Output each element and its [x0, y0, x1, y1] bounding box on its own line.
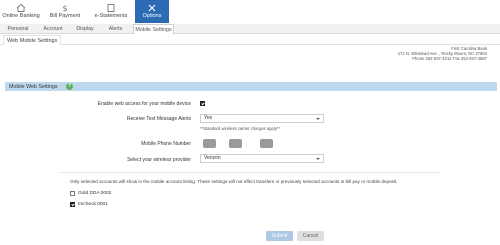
phone-prefix-field[interactable]: [229, 139, 242, 148]
subnav-mobile-settings[interactable]: Mobile Settings: [133, 24, 174, 34]
statement-icon: [107, 4, 115, 12]
account-checkbox-imcheck[interactable]: [70, 202, 75, 207]
chevron-down-icon: [316, 158, 320, 160]
nav-online-banking-label: Online Banking: [2, 13, 40, 19]
nav-options-label: Options: [142, 13, 162, 19]
subnav-personal[interactable]: Personal: [3, 24, 33, 34]
text-alerts-label: Receive Text Message Alerts: [126, 116, 191, 122]
phone-area-code-field[interactable]: [203, 139, 216, 148]
options-subnav: Personal Account Display Alerts Mobile S…: [0, 24, 500, 34]
enable-web-access-label: Enable web access for your mobile device: [97, 101, 191, 107]
panel-title: Mobile Web Settings: [9, 84, 58, 90]
enable-web-access-checkbox[interactable]: [200, 101, 205, 106]
account-label-gold-dda: Gold DDA 0002: [78, 191, 112, 196]
tab-web-mobile-settings[interactable]: Web Mobile Settings: [3, 35, 62, 45]
wireless-provider-select[interactable]: Verizon: [200, 154, 324, 163]
account-label-imcheck: Imcheck 0001: [78, 202, 108, 207]
nav-bill-payment-label: Bill Payment: [49, 13, 81, 19]
subnav-display[interactable]: Display: [71, 24, 99, 34]
help-icon[interactable]: ?: [66, 83, 73, 90]
subnav-alerts[interactable]: Alerts: [103, 24, 128, 34]
tools-icon: [148, 4, 156, 12]
nav-bill-payment[interactable]: $ Bill Payment: [44, 0, 86, 23]
mobile-phone-label: Mobile Phone Number: [141, 141, 191, 147]
section-divider: [60, 172, 440, 173]
page-tab-row: Web Mobile Settings: [0, 35, 500, 45]
top-nav: Online Banking $ Bill Payment e-Statemen…: [0, 0, 500, 23]
mobile-web-settings-header: Mobile Web Settings ?: [5, 82, 497, 91]
accounts-note: Only selected accounts will show in the …: [70, 179, 398, 184]
text-alerts-select[interactable]: Yes: [200, 114, 324, 123]
svg-text:$: $: [62, 4, 67, 12]
home-icon: [16, 4, 26, 12]
carrier-charges-note: **Standard wireless carrier charges appl…: [200, 126, 281, 131]
bank-phone: Phone 252-937-4212 Fax 252-937-4567: [412, 56, 487, 61]
wireless-provider-label: Select your wireless provider: [127, 157, 191, 163]
cancel-button[interactable]: Cancel: [297, 231, 324, 241]
nav-options[interactable]: Options: [135, 0, 169, 23]
submit-button[interactable]: Submit: [266, 231, 293, 241]
nav-estatements[interactable]: e-Statements: [90, 0, 132, 23]
text-alerts-value: Yes: [204, 115, 213, 121]
dollar-icon: $: [62, 4, 67, 12]
account-checkbox-gold-dda[interactable]: [70, 191, 75, 196]
nav-estatements-label: e-Statements: [94, 13, 128, 19]
phone-line-field[interactable]: [260, 139, 273, 148]
subnav-account[interactable]: Account: [38, 24, 68, 34]
wireless-provider-value: Verizon: [204, 155, 221, 161]
nav-online-banking[interactable]: Online Banking: [0, 0, 42, 23]
chevron-down-icon: [316, 118, 320, 120]
